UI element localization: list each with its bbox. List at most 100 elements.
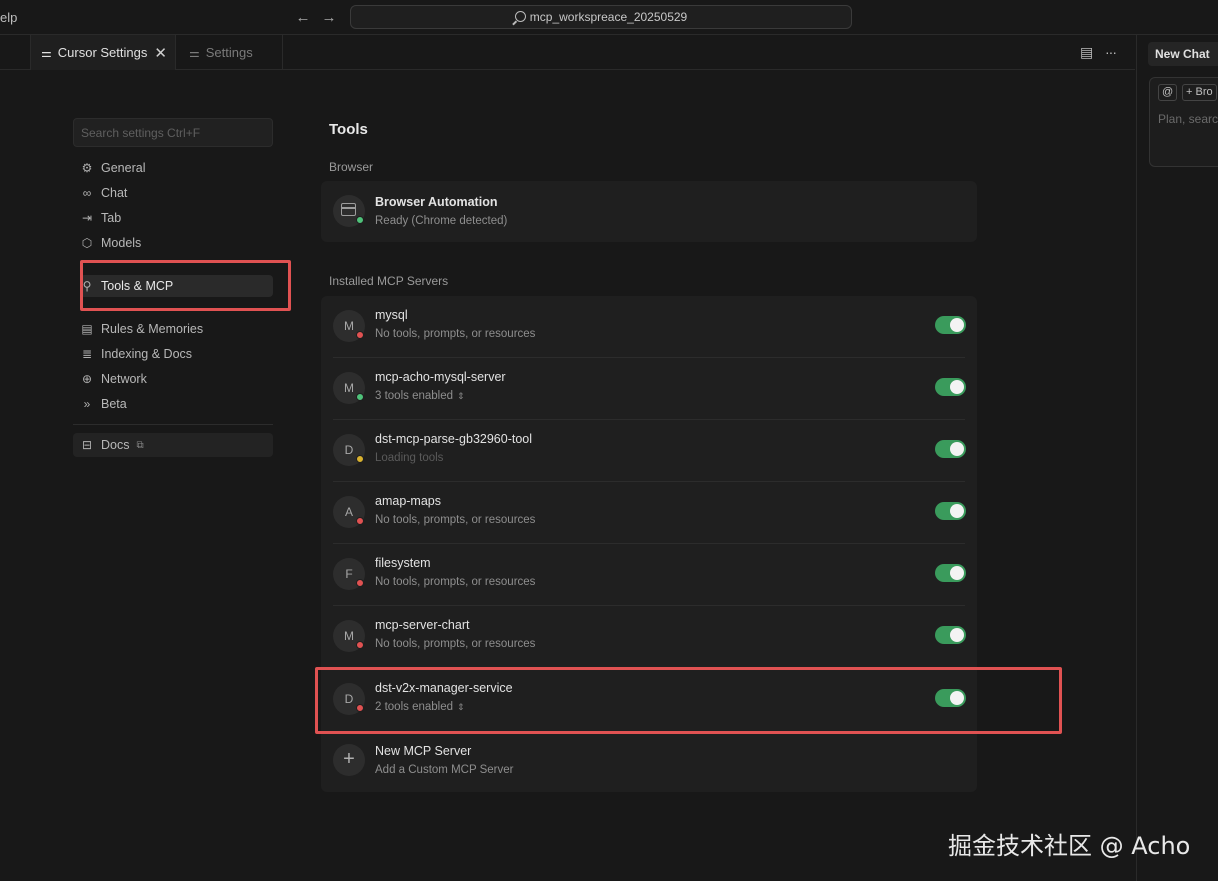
new-server-title: New MCP Server bbox=[375, 744, 472, 758]
sidebar-item-rules-memories[interactable]: ▤ Rules & Memories bbox=[80, 318, 203, 340]
mcp-server-row[interactable]: D dst-mcp-parse-gb32960-tool Loading too… bbox=[321, 420, 977, 482]
sidebar-item-label: Rules & Memories bbox=[101, 322, 204, 336]
status-dot-error bbox=[356, 641, 364, 649]
browser-status: Ready (Chrome detected) bbox=[375, 215, 508, 227]
server-name: mcp-server-chart bbox=[375, 618, 470, 632]
tab-cursor-settings[interactable]: ⚌ Cursor Settings ✕ bbox=[30, 35, 176, 70]
sidebar-item-models[interactable]: ⬡ Models bbox=[80, 232, 142, 254]
sidebar-item-label: Chat bbox=[101, 186, 128, 200]
external-link-icon: ⧉ bbox=[136, 439, 144, 451]
highlight-box-sidebar bbox=[80, 260, 291, 311]
server-status: No tools, prompts, or resources bbox=[375, 638, 536, 650]
mcp-server-row[interactable]: M mysql No tools, prompts, or resources bbox=[321, 296, 977, 358]
split-layout-icon[interactable]: ▤ bbox=[1080, 44, 1093, 61]
highlight-box-server bbox=[315, 667, 1062, 734]
server-name: mysql bbox=[375, 308, 408, 322]
workspace-search[interactable]: mcp_workspreace_20250529 bbox=[350, 5, 852, 29]
mention-chip[interactable]: @ bbox=[1158, 84, 1178, 101]
server-status: No tools, prompts, or resources bbox=[375, 514, 536, 526]
editor-tab-bar: ⚌ Cursor Settings ✕ ⚌ Settings ▤ ··· bbox=[0, 35, 1135, 70]
server-toggle[interactable] bbox=[935, 440, 966, 458]
sidebar-item-label: Tab bbox=[101, 211, 122, 225]
close-icon[interactable]: ✕ bbox=[154, 44, 167, 62]
status-dot-error bbox=[356, 579, 364, 587]
infinity-icon: ∞ bbox=[82, 186, 92, 200]
server-name: amap-maps bbox=[375, 494, 441, 508]
cube-icon: ⬡ bbox=[81, 236, 93, 250]
menu-help[interactable]: elp bbox=[0, 10, 17, 25]
server-name: dst-mcp-parse-gb32960-tool bbox=[375, 432, 533, 446]
chevrons-right-icon: » bbox=[83, 397, 91, 411]
section-installed-mcp: Installed MCP Servers bbox=[329, 274, 449, 288]
chat-placeholder: Plan, searc bbox=[1158, 112, 1218, 126]
gear-icon: ⚙ bbox=[81, 161, 93, 175]
browser-automation-row[interactable]: Browser Automation Ready (Chrome detecte… bbox=[321, 181, 977, 243]
tools-count: 3 tools enabled bbox=[375, 390, 454, 402]
server-toggle[interactable] bbox=[935, 378, 966, 396]
mcp-server-row[interactable]: M mcp-server-chart No tools, prompts, or… bbox=[321, 606, 977, 668]
ellipsis-icon[interactable]: ··· bbox=[1105, 44, 1117, 60]
server-toggle[interactable] bbox=[935, 502, 966, 520]
title-bar: elp ← → mcp_workspreace_20250529 bbox=[0, 0, 1218, 35]
sidebar-item-label: General bbox=[101, 161, 146, 175]
book-icon: ⊟ bbox=[81, 438, 93, 452]
new-server-subtitle: Add a Custom MCP Server bbox=[375, 764, 514, 776]
sidebar-item-beta[interactable]: » Beta bbox=[80, 393, 127, 415]
workspace-name: mcp_workspreace_20250529 bbox=[529, 10, 688, 24]
mcp-server-row[interactable]: M mcp-acho-mysql-server 3 tools enabled ⇕ bbox=[321, 358, 977, 420]
mcp-server-row[interactable]: A amap-maps No tools, prompts, or resour… bbox=[321, 482, 977, 544]
sidebar-item-tab[interactable]: ⇥ Tab bbox=[80, 207, 121, 229]
arrow-left-icon[interactable]: ← bbox=[294, 9, 312, 27]
status-dot-error bbox=[356, 331, 364, 339]
sidebar-item-label: Models bbox=[101, 236, 142, 250]
sidebar-item-network[interactable]: ⊕ Network bbox=[80, 368, 147, 390]
page-title: Tools bbox=[329, 121, 368, 138]
search-icon bbox=[514, 11, 526, 22]
mcp-server-row[interactable]: F filesystem No tools, prompts, or resou… bbox=[321, 544, 977, 606]
clipboard-icon: ▤ bbox=[81, 322, 93, 336]
status-dot-ok bbox=[356, 393, 364, 401]
tab-settings[interactable]: ⚌ Settings bbox=[177, 35, 283, 70]
sidebar-item-label: Docs bbox=[101, 438, 130, 452]
sidebar-item-indexing-docs[interactable]: ≣ Indexing & Docs bbox=[80, 343, 192, 365]
browser-chip[interactable]: + Bro bbox=[1182, 84, 1217, 101]
section-browser: Browser bbox=[329, 160, 374, 174]
server-status[interactable]: 3 tools enabled ⇕ bbox=[375, 390, 465, 402]
sidebar-item-label: Beta bbox=[101, 397, 127, 411]
server-toggle[interactable] bbox=[935, 564, 966, 582]
browser-window-icon bbox=[341, 203, 356, 216]
chevron-updown-icon: ⇕ bbox=[457, 391, 465, 401]
server-status: No tools, prompts, or resources bbox=[375, 328, 536, 340]
sliders-icon: ⚌ bbox=[189, 45, 200, 60]
browser-card: Browser Automation Ready (Chrome detecte… bbox=[321, 181, 977, 242]
sidebar-item-general[interactable]: ⚙ General bbox=[80, 157, 146, 179]
chat-input-box[interactable]: @ + Bro Plan, searc bbox=[1149, 77, 1218, 167]
new-mcp-server-row[interactable]: + New MCP Server Add a Custom MCP Server bbox=[321, 732, 977, 792]
server-name: mcp-acho-mysql-server bbox=[375, 370, 506, 384]
sliders-icon: ⚌ bbox=[41, 45, 52, 60]
status-dot bbox=[356, 216, 364, 224]
server-name: filesystem bbox=[375, 556, 431, 570]
server-status: Loading tools bbox=[375, 452, 444, 464]
browser-title: Browser Automation bbox=[375, 195, 498, 209]
plus-icon: + bbox=[333, 744, 365, 776]
sidebar-item-label: Network bbox=[101, 372, 147, 386]
watermark: 掘金技术社区 @ Acho bbox=[948, 832, 1191, 860]
database-icon: ≣ bbox=[81, 347, 93, 361]
sidebar-item-label: Indexing & Docs bbox=[101, 347, 193, 361]
sidebar-item-chat[interactable]: ∞ Chat bbox=[80, 182, 128, 204]
status-dot-error bbox=[356, 517, 364, 525]
sidebar-item-docs[interactable]: ⊟ Docs ⧉ bbox=[80, 434, 144, 456]
sidebar-divider bbox=[73, 424, 273, 425]
status-dot-loading bbox=[356, 455, 364, 463]
chat-panel: New Chat @ + Bro Plan, searc bbox=[1136, 35, 1218, 881]
globe-icon: ⊕ bbox=[81, 372, 93, 386]
server-toggle[interactable] bbox=[935, 316, 966, 334]
arrow-right-icon[interactable]: → bbox=[320, 9, 338, 27]
tab-label: Settings bbox=[205, 45, 253, 60]
new-chat-tab[interactable]: New Chat bbox=[1148, 42, 1218, 66]
tab-arrow-icon: ⇥ bbox=[81, 211, 93, 225]
server-status: No tools, prompts, or resources bbox=[375, 576, 536, 588]
server-toggle[interactable] bbox=[935, 626, 966, 644]
settings-search-input[interactable] bbox=[73, 118, 273, 147]
